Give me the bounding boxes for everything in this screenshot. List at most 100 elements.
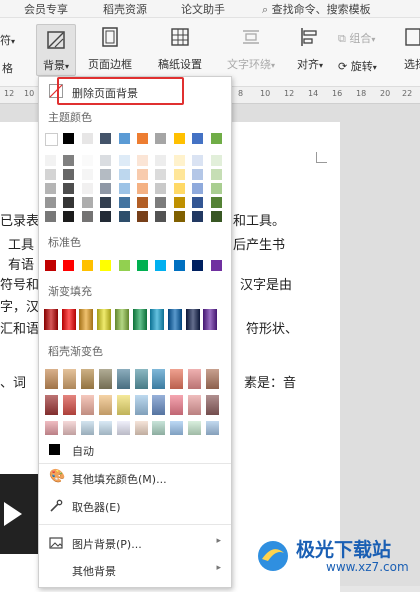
theme-shade-swatch[interactable]: [100, 197, 112, 208]
gradient-fill-swatch[interactable]: [61, 309, 76, 330]
wps-gradient-swatch[interactable]: [188, 395, 202, 415]
theme-shade-swatch[interactable]: [81, 155, 93, 166]
theme-shade-swatch[interactable]: [210, 183, 222, 194]
gradient-fill-swatch[interactable]: [97, 309, 112, 330]
menu-vip[interactable]: 会员专享: [24, 1, 68, 17]
gradient-fill-swatch[interactable]: [132, 309, 147, 330]
theme-shade-swatch[interactable]: [45, 197, 56, 208]
theme-shade-swatch[interactable]: [45, 211, 56, 222]
background-button[interactable]: 背景▾: [36, 24, 76, 76]
theme-shade-swatch[interactable]: [173, 155, 185, 166]
theme-color-swatch[interactable]: [155, 133, 167, 144]
theme-shade-swatch[interactable]: [155, 211, 167, 222]
theme-shade-swatch[interactable]: [100, 183, 112, 194]
wps-gradient-swatch[interactable]: [152, 369, 166, 389]
theme-color-swatch[interactable]: [81, 133, 93, 144]
standard-color-swatch[interactable]: [81, 260, 93, 271]
wps-gradient-swatch[interactable]: [134, 369, 148, 389]
wps-gradient-swatch[interactable]: [80, 369, 94, 389]
rotate-button[interactable]: ⟳ 旋转▾: [338, 58, 377, 74]
theme-shade-swatch[interactable]: [118, 155, 130, 166]
theme-shade-swatch[interactable]: [118, 197, 130, 208]
theme-color-swatch[interactable]: [45, 133, 58, 146]
standard-color-swatch[interactable]: [173, 260, 185, 271]
theme-shade-swatch[interactable]: [210, 155, 222, 166]
wps-gradient-swatch[interactable]: [116, 395, 130, 415]
theme-shade-swatch[interactable]: [155, 197, 167, 208]
search-command[interactable]: ⌕ 查找命令、搜索模板: [262, 1, 371, 17]
wps-gradient-swatch[interactable]: [98, 421, 112, 435]
wps-gradient-swatch[interactable]: [170, 421, 184, 435]
theme-shade-swatch[interactable]: [155, 169, 167, 180]
wps-gradient-swatch[interactable]: [116, 369, 130, 389]
theme-shade-swatch[interactable]: [81, 169, 93, 180]
wps-gradient-swatch[interactable]: [206, 421, 220, 435]
wps-gradient-swatch[interactable]: [170, 395, 184, 415]
select-button[interactable]: 选择: [404, 26, 420, 72]
theme-shade-swatch[interactable]: [137, 183, 148, 194]
theme-color-swatch[interactable]: [137, 133, 148, 144]
draft-setting-button[interactable]: 稿纸设置: [152, 26, 208, 72]
theme-shade-swatch[interactable]: [45, 155, 56, 166]
more-fill-colors-item[interactable]: 🎨 其他填充颜色(M)...: [39, 467, 231, 489]
wps-gradient-swatch[interactable]: [80, 395, 94, 415]
theme-shade-swatch[interactable]: [100, 169, 112, 180]
theme-color-swatch[interactable]: [192, 133, 204, 144]
wps-gradient-swatch[interactable]: [152, 395, 166, 415]
wps-gradient-swatch[interactable]: [80, 421, 94, 435]
theme-shade-swatch[interactable]: [173, 197, 185, 208]
standard-color-swatch[interactable]: [155, 260, 167, 271]
theme-shade-swatch[interactable]: [100, 155, 112, 166]
theme-color-swatch[interactable]: [210, 133, 222, 144]
theme-shade-swatch[interactable]: [137, 197, 148, 208]
group-button[interactable]: ⧉ 组合▾: [338, 30, 375, 46]
theme-shade-swatch[interactable]: [63, 183, 75, 194]
theme-shade-swatch[interactable]: [45, 183, 56, 194]
gradient-fill-swatch[interactable]: [44, 309, 58, 330]
theme-color-swatch[interactable]: [100, 133, 112, 144]
gradient-fill-swatch[interactable]: [185, 309, 200, 330]
gradient-fill-swatch[interactable]: [150, 309, 165, 330]
standard-color-swatch[interactable]: [118, 260, 130, 271]
menu-paper[interactable]: 论文助手: [181, 1, 225, 17]
theme-shade-swatch[interactable]: [210, 169, 222, 180]
theme-shade-swatch[interactable]: [45, 169, 56, 180]
wps-gradient-swatch[interactable]: [152, 421, 166, 435]
wps-gradient-swatch[interactable]: [170, 369, 184, 389]
theme-color-swatch[interactable]: [173, 133, 185, 144]
page-border-button[interactable]: 页面边框: [82, 26, 138, 72]
theme-shade-swatch[interactable]: [192, 169, 204, 180]
wps-gradient-swatch[interactable]: [206, 395, 220, 415]
theme-shade-swatch[interactable]: [81, 197, 93, 208]
standard-color-swatch[interactable]: [210, 260, 222, 271]
gradient-fill-swatch[interactable]: [167, 309, 182, 330]
theme-shade-swatch[interactable]: [192, 183, 204, 194]
theme-shade-swatch[interactable]: [81, 183, 93, 194]
theme-shade-swatch[interactable]: [155, 183, 167, 194]
theme-shade-swatch[interactable]: [63, 169, 75, 180]
theme-shade-swatch[interactable]: [118, 211, 130, 222]
theme-shade-swatch[interactable]: [137, 169, 148, 180]
theme-shade-swatch[interactable]: [81, 211, 93, 222]
wps-gradient-swatch[interactable]: [188, 369, 202, 389]
wps-gradient-swatch[interactable]: [45, 395, 58, 415]
standard-color-swatch[interactable]: [137, 260, 148, 271]
wps-gradient-swatch[interactable]: [45, 421, 58, 435]
gradient-fill-swatch[interactable]: [203, 309, 218, 330]
theme-shade-swatch[interactable]: [137, 155, 148, 166]
theme-shade-swatch[interactable]: [192, 197, 204, 208]
gradient-fill-swatch[interactable]: [114, 309, 129, 330]
wps-gradient-swatch[interactable]: [116, 421, 130, 435]
theme-shade-swatch[interactable]: [210, 197, 222, 208]
theme-shade-swatch[interactable]: [63, 155, 75, 166]
other-background-item[interactable]: 其他背景 ▸: [39, 559, 231, 581]
wps-gradient-swatch[interactable]: [98, 395, 112, 415]
standard-color-swatch[interactable]: [45, 260, 56, 271]
theme-shade-swatch[interactable]: [63, 211, 75, 222]
theme-color-swatch[interactable]: [63, 133, 75, 144]
partial-button[interactable]: 符▾: [0, 32, 15, 48]
wps-gradient-swatch[interactable]: [134, 421, 148, 435]
video-thumbnail[interactable]: [0, 474, 38, 554]
eyedropper-item[interactable]: 取色器(E): [39, 495, 231, 517]
theme-shade-swatch[interactable]: [100, 211, 112, 222]
